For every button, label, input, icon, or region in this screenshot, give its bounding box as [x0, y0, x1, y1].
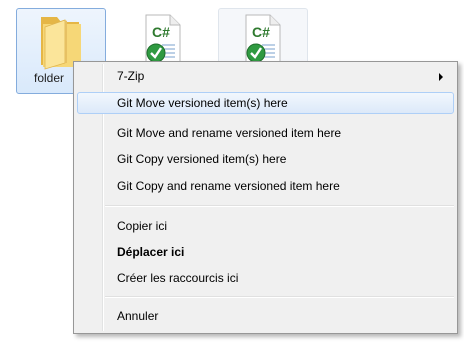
menu-item-label: Annuler — [117, 309, 159, 323]
menu-item-copy-here[interactable]: Copier ici — [77, 215, 454, 237]
menu-item-label: Git Copy and rename versioned item here — [117, 179, 340, 193]
submenu-arrow-icon — [439, 73, 443, 81]
menu-item-label: Git Move and rename versioned item here — [117, 126, 342, 140]
menu-item-git-copy-rename[interactable]: Git Copy and rename versioned item here — [77, 175, 454, 197]
menu-item-label: Déplacer ici — [117, 245, 185, 259]
menu-item-7zip[interactable]: 7-Zip — [77, 65, 454, 87]
menu-item-git-copy[interactable]: Git Copy versioned item(s) here — [77, 148, 454, 170]
menu-item-git-move[interactable]: Git Move versioned item(s) here — [77, 92, 454, 114]
desktop-area: folder C# C# 7-Zip Git Move versioned it… — [0, 0, 464, 345]
menu-item-label: 7-Zip — [117, 69, 145, 83]
context-menu: 7-Zip Git Move versioned item(s) here Gi… — [73, 61, 458, 334]
svg-text:C#: C# — [152, 24, 170, 40]
svg-text:C#: C# — [252, 24, 270, 40]
menu-item-label: Git Move versioned item(s) here — [117, 96, 288, 110]
menu-item-move-here[interactable]: Déplacer ici — [77, 241, 454, 263]
menu-item-cancel[interactable]: Annuler — [77, 305, 454, 327]
menu-item-git-move-rename[interactable]: Git Move and rename versioned item here — [77, 122, 454, 144]
menu-item-create-shortcuts[interactable]: Créer les raccourcis ici — [77, 267, 454, 289]
menu-item-label: Copier ici — [117, 219, 168, 233]
menu-separator — [105, 296, 454, 298]
menu-item-label: Git Copy versioned item(s) here — [117, 152, 287, 166]
menu-item-label: Créer les raccourcis ici — [117, 271, 239, 285]
menu-separator — [105, 205, 454, 207]
